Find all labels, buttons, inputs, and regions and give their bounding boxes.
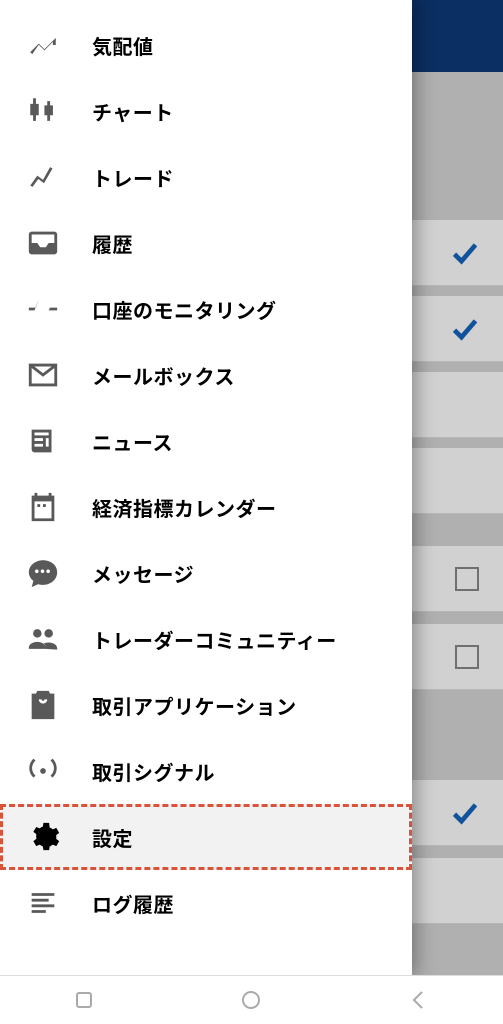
menu-item-label: ログ履歴: [92, 889, 174, 918]
drawer-scrim[interactable]: [412, 0, 503, 976]
system-navbar: [0, 975, 503, 1024]
menu-item-label: トレード: [92, 163, 174, 192]
pulse-icon: [22, 288, 64, 330]
nav-recent-button[interactable]: [66, 982, 102, 1018]
gear-icon: [22, 816, 64, 858]
nav-home-button[interactable]: [233, 982, 269, 1018]
menu-item-label: 口座のモニタリング: [92, 295, 277, 324]
menu-item-label: 経済指標カレンダー: [92, 493, 277, 522]
shopping-bag-icon: [22, 684, 64, 726]
menu-item-label: 取引アプリケーション: [92, 691, 297, 720]
trend-line-icon: [22, 156, 64, 198]
menu-item-community[interactable]: トレーダーコミュニティー: [0, 606, 412, 672]
navigation-drawer: 気配値 チャート トレード 履歴 口座のモニタリング: [0, 0, 412, 976]
menu-item-charts[interactable]: チャート: [0, 78, 412, 144]
menu-item-messages[interactable]: メッセージ: [0, 540, 412, 606]
nav-back-button[interactable]: [401, 982, 437, 1018]
menu-item-settings[interactable]: 設定: [0, 804, 412, 870]
menu-item-apps[interactable]: 取引アプリケーション: [0, 672, 412, 738]
candlestick-icon: [22, 90, 64, 132]
menu-item-mailbox[interactable]: メールボックス: [0, 342, 412, 408]
menu-item-label: 履歴: [92, 229, 133, 258]
menu-item-label: メッセージ: [92, 559, 194, 588]
menu-item-news[interactable]: ニュース: [0, 408, 412, 474]
menu-item-label: チャート: [92, 97, 174, 126]
menu-item-trade[interactable]: トレード: [0, 144, 412, 210]
menu-item-journal[interactable]: ログ履歴: [0, 870, 412, 936]
drawer-menu: 気配値 チャート トレード 履歴 口座のモニタリング: [0, 0, 412, 936]
menu-item-label: トレーダーコミュニティー: [92, 625, 337, 654]
arrow-trend-icon: [22, 24, 64, 66]
signal-icon: [22, 750, 64, 792]
menu-item-calendar[interactable]: 経済指標カレンダー: [0, 474, 412, 540]
menu-item-monitoring[interactable]: 口座のモニタリング: [0, 276, 412, 342]
menu-item-signals[interactable]: 取引シグナル: [0, 738, 412, 804]
menu-item-quotes[interactable]: 気配値: [0, 12, 412, 78]
inbox-icon: [22, 222, 64, 264]
mail-icon: [22, 354, 64, 396]
newspaper-icon: [22, 420, 64, 462]
community-icon: [22, 618, 64, 660]
menu-item-history[interactable]: 履歴: [0, 210, 412, 276]
log-icon: [22, 882, 64, 924]
calendar-icon: [22, 486, 64, 528]
menu-item-label: ニュース: [92, 427, 173, 456]
menu-item-label: 取引シグナル: [92, 757, 215, 786]
menu-item-label: 設定: [92, 823, 133, 852]
chat-icon: [22, 552, 64, 594]
menu-item-label: メールボックス: [92, 361, 235, 390]
menu-item-label: 気配値: [92, 31, 154, 60]
